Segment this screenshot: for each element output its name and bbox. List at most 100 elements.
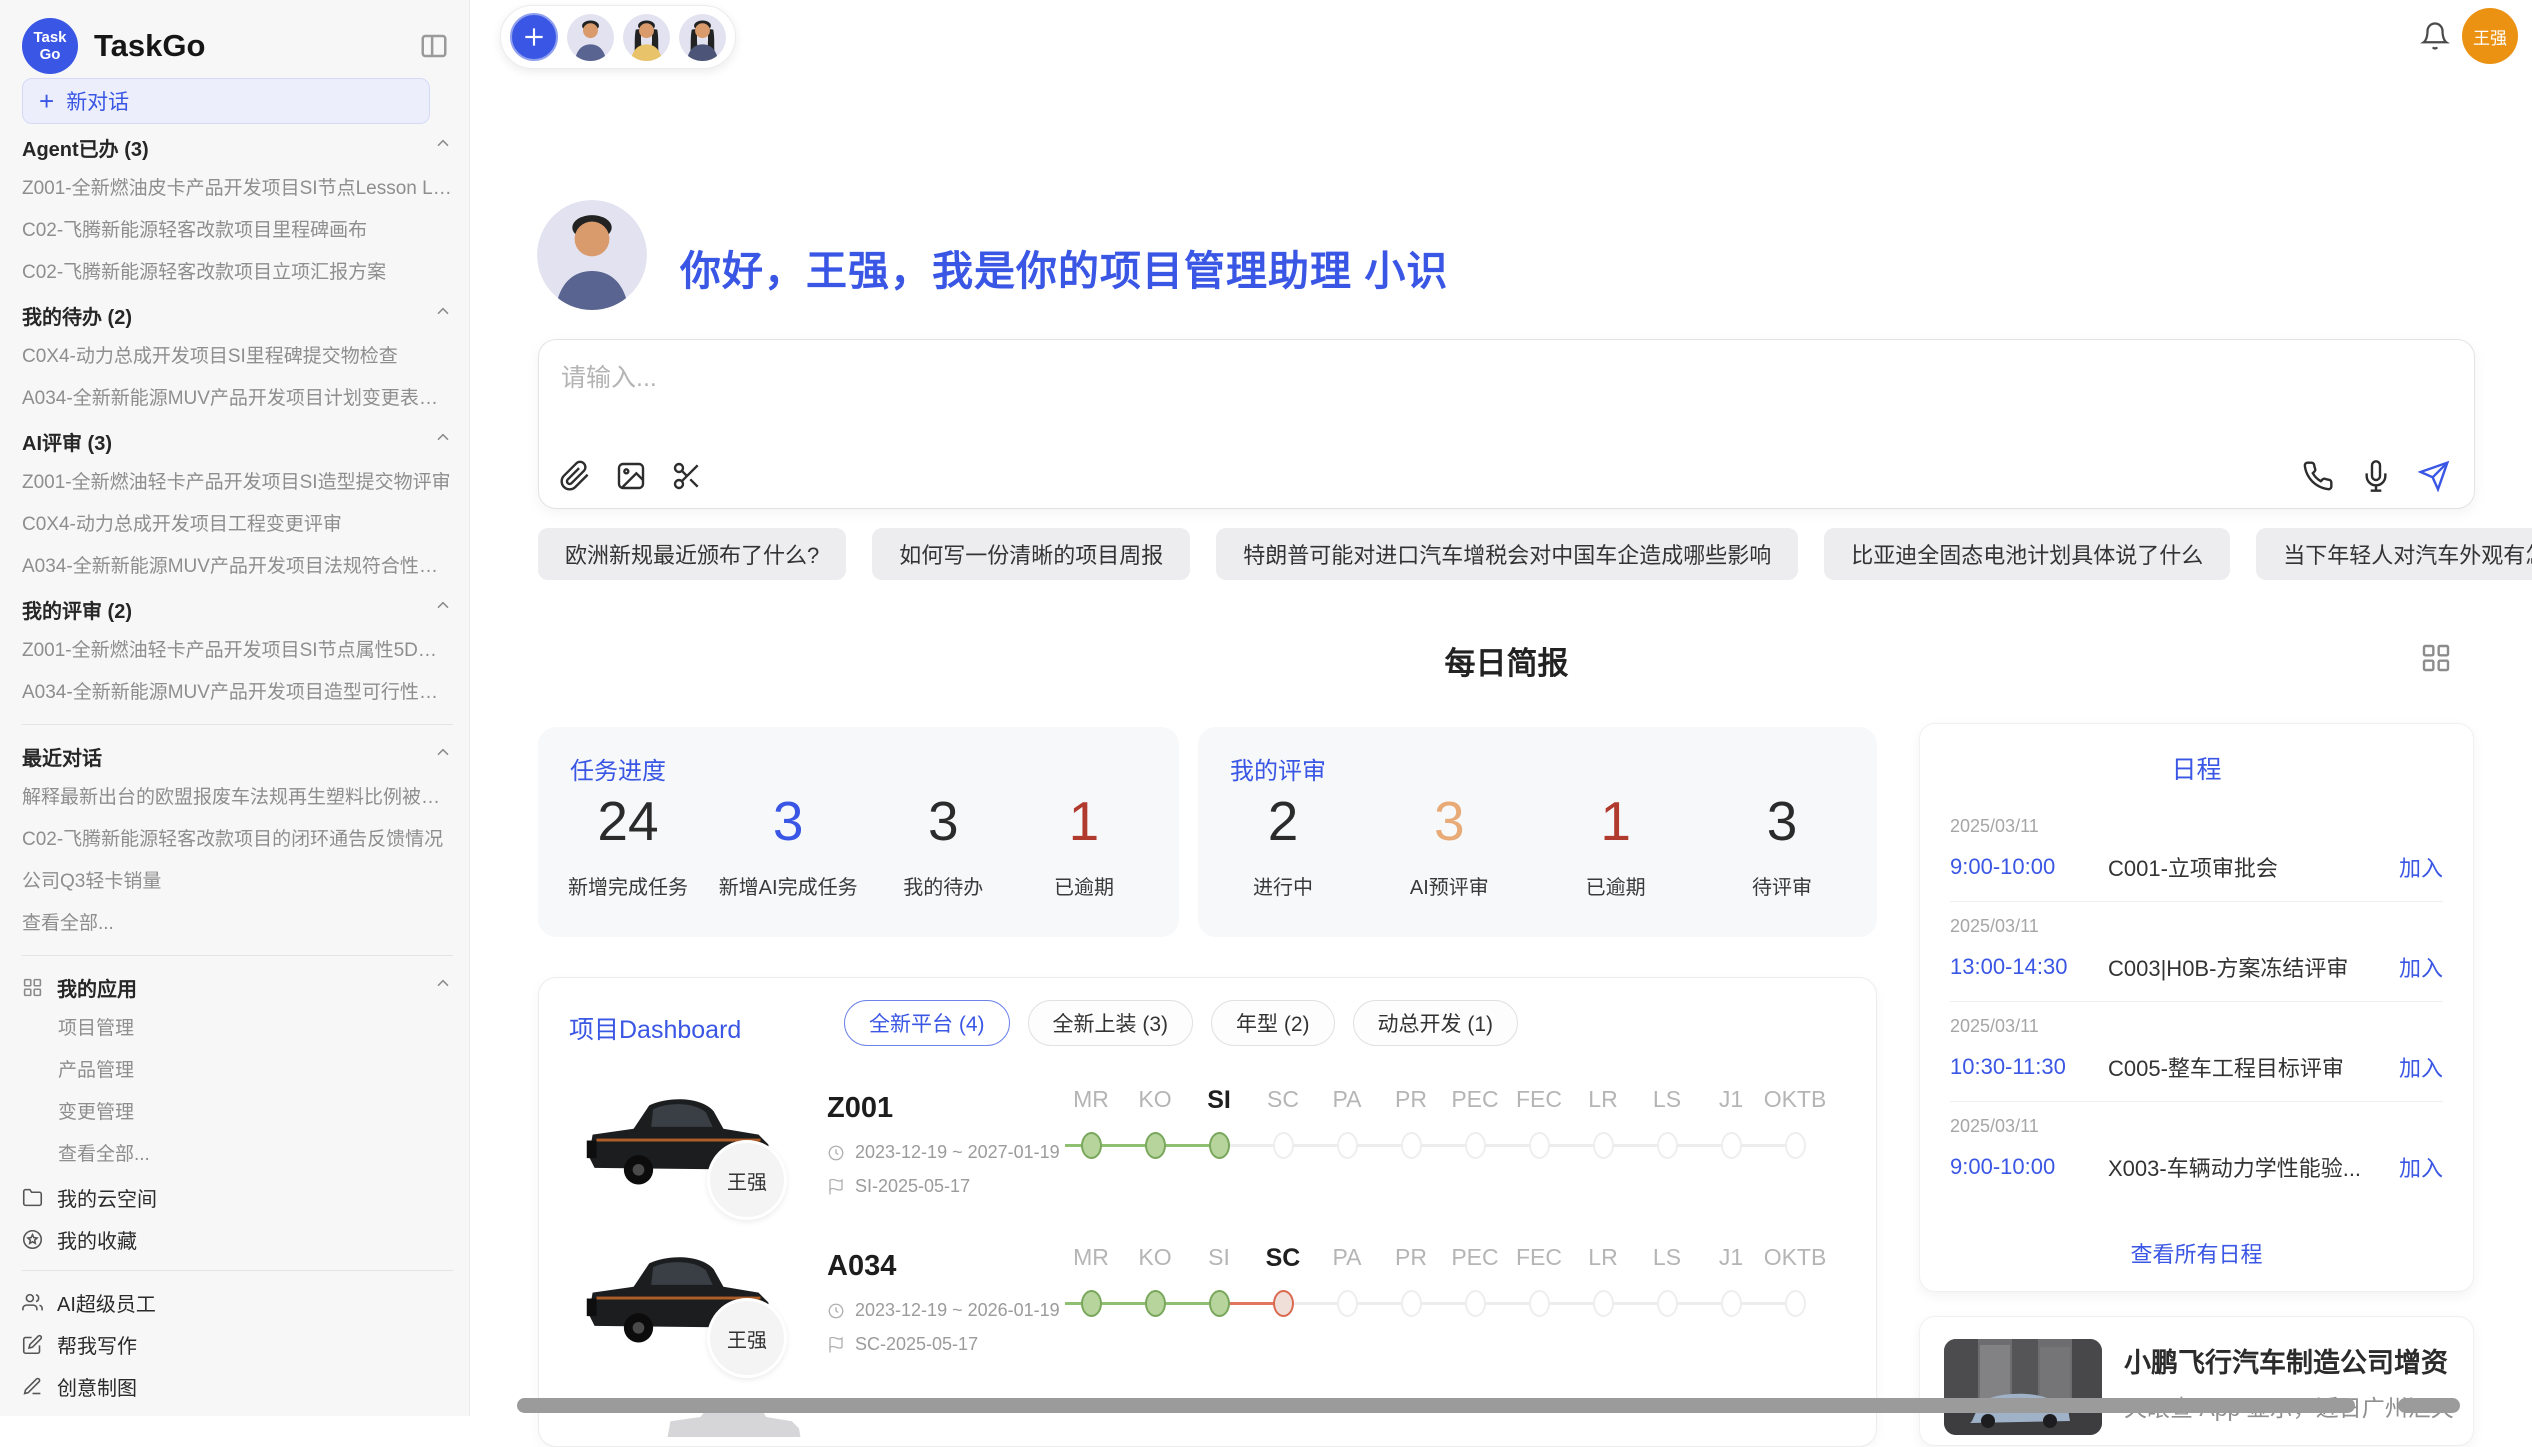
assistant-avatar-3[interactable] <box>679 14 726 61</box>
milestone-label: MR <box>1059 1086 1123 1113</box>
join-link[interactable]: 加入 <box>2399 851 2443 883</box>
join-link[interactable]: 加入 <box>2399 1151 2443 1183</box>
schedule-row: 9:00-10:00X003-车辆动力学性能验...加入 <box>1950 1151 2443 1183</box>
assistant-avatar-2[interactable] <box>623 14 670 61</box>
sidebar-tool-item[interactable]: 创意制图 <box>22 1365 453 1407</box>
news-image <box>1944 1339 2102 1435</box>
milestone-label: PA <box>1315 1086 1379 1113</box>
sidebar-task-item[interactable]: Z001-全新燃油轻卡产品开发项目SI造型提交物评审 <box>22 462 453 504</box>
suggestion-chip[interactable]: 欧洲新规最近颁布了什么? <box>538 528 846 580</box>
sidebar-apps-header[interactable]: 我的应用 <box>22 966 453 1008</box>
milestone-dot <box>1273 1290 1294 1317</box>
stat-metric: 1已逾期 <box>1029 789 1139 900</box>
attachment-icon[interactable] <box>559 460 591 492</box>
horizontal-scrollbar-thumb-right[interactable] <box>2398 1398 2460 1413</box>
milestone-dot <box>1209 1132 1230 1159</box>
microphone-icon[interactable] <box>2360 460 2392 492</box>
sidebar-task-item[interactable]: Z001-全新燃油皮卡产品开发项目SI节点Lesson Learn报告 <box>22 168 453 210</box>
section-title: 我的评审 (2) <box>22 595 132 624</box>
chat-input[interactable] <box>561 356 2261 400</box>
project-row: 王强Z0012023-12-19 ~ 2027-01-19SI-2025-05-… <box>539 1078 1876 1236</box>
sidebar-app-item[interactable]: 产品管理 <box>22 1050 453 1092</box>
sidebar-tool-item[interactable]: 帮我写作 <box>22 1323 453 1365</box>
sidebar-task-item[interactable]: C0X4-动力总成开发项目工程变更评审 <box>22 504 453 546</box>
project-flag-milestone: SI-2025-05-17 <box>827 1176 970 1197</box>
stat-label: 新增完成任务 <box>568 871 688 900</box>
suggestion-chip[interactable]: 当下年轻人对汽车外观有怎样的喜好趋势 <box>2256 528 2532 580</box>
news-card[interactable]: 小鹏飞行汽车制造公司增资 天眼查 App 显示，近日广州汇天飞行汽... <box>1919 1316 2474 1446</box>
send-icon[interactable] <box>2418 460 2450 492</box>
notification-bell-icon[interactable] <box>2420 21 2450 51</box>
stat-value: 3 <box>719 789 858 853</box>
sidebar-group-header[interactable]: Agent已办 (3) <box>22 126 453 168</box>
milestone-dot <box>1657 1290 1678 1317</box>
schedule-event-title: C001-立项审批会 <box>2108 851 2399 883</box>
logo-text-2: Go <box>40 46 61 63</box>
dashboard-filter-chip[interactable]: 全新上装 (3) <box>1028 1000 1194 1046</box>
stat-label: 进行中 <box>1228 871 1338 900</box>
stat-card-title: 任务进度 <box>570 751 666 786</box>
stat-label: 待评审 <box>1727 871 1837 900</box>
assistant-avatar-1[interactable] <box>567 14 614 61</box>
sidebar-tool-item[interactable]: AI超级员工 <box>22 1281 453 1323</box>
milestone-label: PEC <box>1443 1086 1507 1113</box>
sidebar-task-item[interactable]: A034-全新新能源MUV产品开发项目造型可行性评审 <box>22 672 453 714</box>
sidebar-task-item[interactable]: A034-全新新能源MUV产品开发项目计划变更表编写 <box>22 378 453 420</box>
screenshot-scissors-icon[interactable] <box>671 460 703 492</box>
sidebar-task-item[interactable]: C02-飞腾新能源轻客改款项目立项汇报方案 <box>22 252 453 294</box>
schedule-card: 日程 2025/03/119:00-10:00C001-立项审批会加入2025/… <box>1919 723 2474 1292</box>
sidebar-recent-item[interactable]: C02-飞腾新能源轻客改款项目的闭环通告反馈情况 <box>22 819 453 861</box>
schedule-row: 13:00-14:30C003|H0B-方案冻结评审加入 <box>1950 951 2443 983</box>
sidebar-app-item[interactable]: 变更管理 <box>22 1092 453 1134</box>
stat-value: 2 <box>1228 789 1338 853</box>
sidebar-recent-item[interactable]: 查看全部... <box>22 903 453 945</box>
horizontal-scrollbar-thumb[interactable] <box>517 1398 2355 1413</box>
sidebar-app-item[interactable]: 项目管理 <box>22 1008 453 1050</box>
sidebar-task-item[interactable]: A034-全新新能源MUV产品开发项目法规符合性评审 <box>22 546 453 588</box>
phone-call-icon[interactable] <box>2302 460 2334 492</box>
dashboard-filter-chip[interactable]: 年型 (2) <box>1211 1000 1335 1046</box>
dashboard-filter-chip[interactable]: 全新平台 (4) <box>844 1000 1010 1046</box>
project-owner-badge: 王强 <box>707 1140 787 1220</box>
suggestion-chip[interactable]: 如何写一份清晰的项目周报 <box>872 528 1190 580</box>
join-link[interactable]: 加入 <box>2399 951 2443 983</box>
dashboard-filter-chip[interactable]: 动总开发 (1) <box>1353 1000 1519 1046</box>
suggestion-chip[interactable]: 比亚迪全固态电池计划具体说了什么 <box>1824 528 2230 580</box>
chat-composer <box>538 339 2475 509</box>
sidebar-recent-item[interactable]: 解释最新出台的欧盟报废车法规再生塑料比例被调至15%... <box>22 777 453 819</box>
sidebar-group-header[interactable]: 我的待办 (2) <box>22 294 453 336</box>
sidebar-group-header[interactable]: 我的评审 (2) <box>22 588 453 630</box>
dashboard-title: 项目Dashboard <box>569 1010 741 1046</box>
chevron-up-icon <box>433 428 453 454</box>
sidebar-collapse-icon[interactable] <box>419 31 449 61</box>
sidebar-link-folder[interactable]: 我的云空间 <box>22 1176 453 1218</box>
project-name: A034 <box>827 1250 896 1283</box>
sidebar-task-item[interactable]: C0X4-动力总成开发项目SI里程碑提交物检查 <box>22 336 453 378</box>
join-link[interactable]: 加入 <box>2399 1051 2443 1083</box>
sidebar-task-item[interactable]: C02-飞腾新能源轻客改款项目里程碑画布 <box>22 210 453 252</box>
sidebar-link-star[interactable]: 我的收藏 <box>22 1218 453 1260</box>
view-all-schedule-link[interactable]: 查看所有日程 <box>1920 1237 2473 1269</box>
user-avatar[interactable]: 王强 <box>2462 8 2518 64</box>
chevron-up-icon <box>433 974 453 1000</box>
milestone-label: PR <box>1379 1244 1443 1271</box>
new-chat-button[interactable]: + 新对话 <box>22 78 430 124</box>
section-title: 我的应用 <box>57 973 137 1002</box>
milestone-dot <box>1593 1290 1614 1317</box>
sidebar-group-header[interactable]: AI评审 (3) <box>22 420 453 462</box>
stat-value: 3 <box>1727 789 1837 853</box>
briefing-layout-icon[interactable] <box>2420 642 2452 674</box>
sidebar-recent-item[interactable]: 公司Q3轻卡销量 <box>22 861 453 903</box>
sidebar-app-item[interactable]: 查看全部... <box>22 1134 453 1176</box>
image-icon[interactable] <box>615 460 647 492</box>
stat-label: 已逾期 <box>1561 871 1671 900</box>
project-flag-text: SC-2025-05-17 <box>855 1334 978 1355</box>
milestone-dot <box>1145 1290 1166 1317</box>
sidebar-recent-header[interactable]: 最近对话 <box>22 735 453 777</box>
milestone-dot <box>1401 1132 1422 1159</box>
sidebar-task-item[interactable]: Z001-全新燃油轻卡产品开发项目SI节点属性5D文件评审 <box>22 630 453 672</box>
user-name: 王强 <box>2473 24 2507 49</box>
new-session-button[interactable] <box>510 13 558 61</box>
milestone-dot <box>1721 1132 1742 1159</box>
suggestion-chip[interactable]: 特朗普可能对进口汽车增税会对中国车企造成哪些影响 <box>1216 528 1798 580</box>
